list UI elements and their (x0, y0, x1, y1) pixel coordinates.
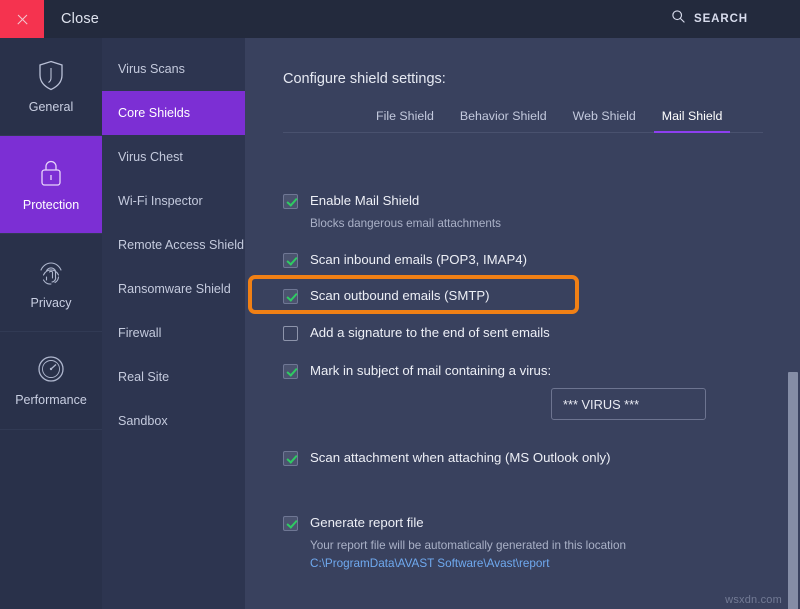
close-icon (16, 13, 29, 26)
nav-item-virus-chest[interactable]: Virus Chest (102, 135, 245, 179)
virus-subject-input[interactable] (551, 388, 706, 420)
content-scrollbar-track[interactable] (786, 38, 800, 609)
lock-icon (38, 158, 64, 189)
fingerprint-icon (38, 256, 64, 287)
nav-item-remote-access-shield[interactable]: Remote Access Shield (102, 223, 245, 267)
nav-item-core-shields[interactable]: Core Shields (102, 91, 245, 135)
checkbox-mark-in-subject[interactable] (283, 364, 298, 379)
avast-settings-window: Close SEARCH General (0, 0, 800, 609)
close-button[interactable] (0, 0, 44, 38)
checkbox-enable-mail-shield[interactable] (283, 194, 298, 209)
option-scan-outbound-emails[interactable]: Scan outbound emails (SMTP) (245, 287, 490, 304)
sidebar-item-label: General (29, 100, 73, 114)
nav-item-wifi-inspector[interactable]: Wi-Fi Inspector (102, 179, 245, 223)
sidebar-item-label: Protection (23, 198, 79, 212)
option-label: Add a signature to the end of sent email… (310, 324, 550, 341)
option-label: Generate report file (310, 515, 424, 530)
search-label: SEARCH (694, 13, 748, 25)
nav-item-virus-scans[interactable]: Virus Scans (102, 47, 245, 91)
checkbox-scan-outbound-emails[interactable] (283, 289, 298, 304)
speedometer-icon (36, 354, 66, 384)
title-bar: Close SEARCH (0, 0, 800, 38)
option-add-signature[interactable]: Add a signature to the end of sent email… (245, 324, 550, 341)
tab-file-shield[interactable]: File Shield (363, 109, 447, 132)
sidebar-item-privacy[interactable]: Privacy (0, 234, 102, 332)
checkbox-scan-inbound-emails[interactable] (283, 253, 298, 268)
sidebar-item-general[interactable]: General (0, 38, 102, 136)
option-scan-inbound-emails[interactable]: Scan inbound emails (POP3, IMAP4) (245, 251, 527, 268)
option-enable-mail-shield[interactable]: Enable Mail Shield Blocks dangerous emai… (245, 192, 501, 231)
checkbox-generate-report-file[interactable] (283, 516, 298, 531)
sidebar-item-performance[interactable]: Performance (0, 332, 102, 430)
settings-content-panel: Configure shield settings: File Shield B… (245, 38, 800, 609)
page-title: Configure shield settings: (283, 71, 446, 87)
report-path-link[interactable]: C:\ProgramData\AVAST Software\Avast\repo… (310, 556, 626, 571)
option-label: Scan attachment when attaching (MS Outlo… (310, 449, 611, 466)
shield-tabs: File Shield Behavior Shield Web Shield M… (283, 109, 763, 133)
watermark: wsxdn.com (725, 594, 782, 606)
option-label: Scan outbound emails (SMTP) (310, 287, 490, 304)
option-description: Your report file will be automatically g… (310, 538, 626, 553)
shield-icon (38, 60, 64, 91)
shields-nav-list: Virus Scans Core Shields Virus Chest Wi-… (102, 38, 245, 609)
content-scrollbar-thumb[interactable] (788, 372, 798, 609)
option-generate-report-file[interactable]: Generate report file Your report file wi… (245, 514, 626, 571)
nav-item-firewall[interactable]: Firewall (102, 311, 245, 355)
nav-item-ransomware-shield[interactable]: Ransomware Shield (102, 267, 245, 311)
close-label: Close (61, 11, 99, 27)
search-button[interactable]: SEARCH (671, 9, 748, 29)
sidebar-item-label: Performance (15, 393, 87, 407)
tab-mail-shield[interactable]: Mail Shield (649, 109, 736, 132)
search-icon (671, 9, 686, 29)
nav-item-real-site[interactable]: Real Site (102, 355, 245, 399)
option-label: Enable Mail Shield (310, 193, 419, 208)
checkbox-scan-attachment[interactable] (283, 451, 298, 466)
checkbox-add-signature[interactable] (283, 326, 298, 341)
option-label: Scan inbound emails (POP3, IMAP4) (310, 251, 527, 268)
option-mark-in-subject[interactable]: Mark in subject of mail containing a vir… (245, 362, 551, 379)
sidebar-item-label: Privacy (31, 296, 72, 310)
option-scan-attachment[interactable]: Scan attachment when attaching (MS Outlo… (245, 449, 611, 466)
option-description: Blocks dangerous email attachments (310, 216, 501, 231)
sidebar-item-protection[interactable]: Protection (0, 136, 102, 234)
tab-behavior-shield[interactable]: Behavior Shield (447, 109, 560, 132)
nav-item-sandbox[interactable]: Sandbox (102, 399, 245, 443)
primary-sidebar: General Protection (0, 38, 102, 609)
tab-web-shield[interactable]: Web Shield (560, 109, 649, 132)
option-label: Mark in subject of mail containing a vir… (310, 362, 551, 379)
